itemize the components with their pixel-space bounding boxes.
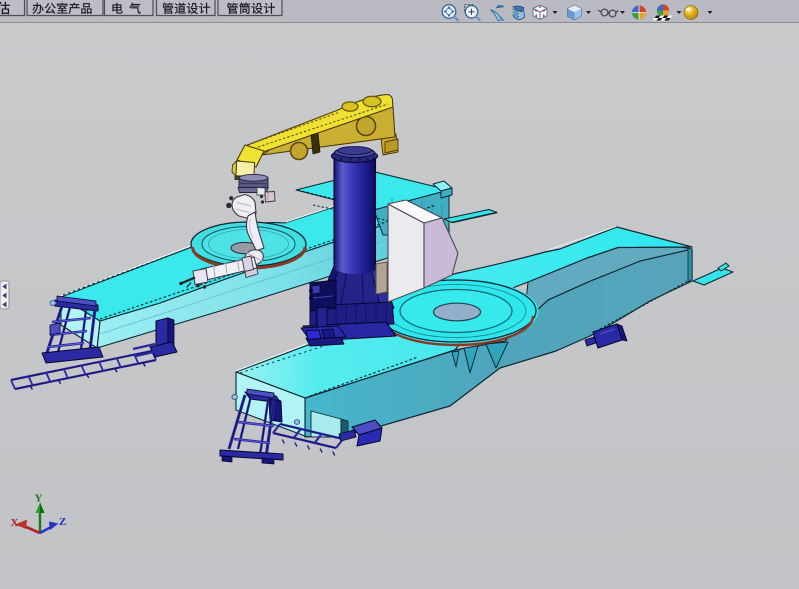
svg-text:Z: Z [59, 516, 66, 528]
svg-text:X: X [11, 517, 19, 529]
svg-text:Y: Y [35, 493, 43, 505]
